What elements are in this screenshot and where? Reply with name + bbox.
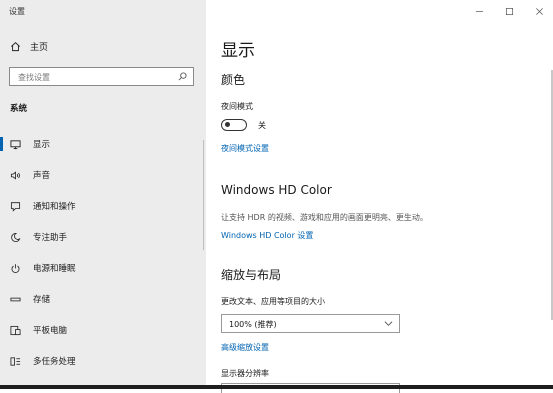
sidebar-item-label: 电源和睡眠 bbox=[33, 264, 76, 274]
sidebar-item-multitasking[interactable]: 多任务处理 bbox=[0, 350, 206, 372]
storage-icon bbox=[10, 297, 20, 301]
search-box[interactable]: 查找设置 bbox=[9, 67, 194, 86]
maximize-icon bbox=[505, 7, 513, 15]
hdr-description: 让支持 HDR 的视频、游戏和应用的画面更明亮、更生动。 bbox=[221, 213, 428, 222]
home-label: 主页 bbox=[30, 43, 49, 53]
text-size-label: 更改文本、应用等项目的大小 bbox=[221, 297, 325, 306]
main-content: 显示 颜色 夜间模式 关 夜间模式设置 Windows HD Color 让支持… bbox=[206, 0, 553, 393]
sidebar-item-notifications[interactable]: 通知和操作 bbox=[0, 195, 206, 217]
power-icon bbox=[11, 263, 19, 273]
close-button[interactable] bbox=[524, 4, 553, 18]
sidebar-item-sound[interactable]: 声音 bbox=[0, 164, 206, 186]
sidebar-item-display[interactable]: 显示 bbox=[0, 133, 206, 155]
scale-dropdown[interactable]: 100% (推荐) bbox=[221, 314, 400, 333]
window-controls bbox=[464, 4, 553, 18]
sidebar-item-label: 平板电脑 bbox=[33, 326, 68, 336]
search-placeholder: 查找设置 bbox=[18, 73, 50, 82]
home-nav-item[interactable]: 主页 bbox=[10, 40, 48, 53]
sidebar-item-label: 多任务处理 bbox=[33, 357, 76, 367]
sidebar-item-label: 存储 bbox=[33, 295, 51, 305]
moon-icon bbox=[10, 232, 20, 242]
notification-icon bbox=[10, 201, 20, 212]
section-title: 系统 bbox=[10, 104, 28, 114]
night-light-label: 夜间模式 bbox=[221, 102, 253, 111]
minimize-icon bbox=[475, 10, 483, 12]
maximize-button[interactable] bbox=[494, 4, 524, 18]
hdr-heading: Windows HD Color bbox=[221, 183, 332, 197]
tablet-icon bbox=[10, 325, 20, 335]
taskbar-edge bbox=[0, 385, 553, 389]
sidebar-item-storage[interactable]: 存储 bbox=[0, 288, 206, 310]
close-icon bbox=[535, 7, 543, 15]
multitask-icon bbox=[10, 356, 20, 366]
sidebar-item-label: 通知和操作 bbox=[33, 202, 76, 212]
sidebar-scrollbar[interactable] bbox=[203, 140, 204, 250]
home-icon bbox=[11, 42, 20, 52]
scale-dropdown-value: 100% (推荐) bbox=[229, 320, 277, 329]
sidebar: 设置 主页 查找设置 系统 显示 声音 通知和操作 专注助手 电源和睡眠 存储 … bbox=[0, 0, 206, 389]
minimize-button[interactable] bbox=[464, 4, 494, 18]
resolution-label: 显示器分辨率 bbox=[221, 369, 269, 378]
hdr-settings-link[interactable]: Windows HD Color 设置 bbox=[221, 230, 313, 241]
chevron-down-icon bbox=[384, 321, 393, 326]
search-icon[interactable] bbox=[178, 72, 187, 81]
night-light-settings-link[interactable]: 夜间模式设置 bbox=[221, 143, 269, 154]
sidebar-item-label: 显示 bbox=[33, 140, 51, 150]
advanced-scaling-link[interactable]: 高级缩放设置 bbox=[221, 342, 269, 353]
sidebar-item-focus-assist[interactable]: 专注助手 bbox=[0, 226, 206, 248]
speaker-icon bbox=[10, 170, 20, 180]
toggle-knob bbox=[225, 122, 230, 127]
color-heading: 颜色 bbox=[221, 73, 246, 87]
monitor-icon bbox=[9, 139, 21, 149]
page-title: 显示 bbox=[221, 41, 255, 61]
night-light-state: 关 bbox=[258, 121, 266, 130]
sidebar-item-label: 声音 bbox=[33, 171, 51, 181]
sidebar-item-power-sleep[interactable]: 电源和睡眠 bbox=[0, 257, 206, 279]
sidebar-item-tablet[interactable]: 平板电脑 bbox=[0, 319, 206, 341]
sidebar-item-label: 专注助手 bbox=[33, 233, 68, 243]
scale-heading: 缩放与布局 bbox=[221, 268, 282, 282]
night-light-toggle[interactable] bbox=[221, 119, 247, 131]
app-title: 设置 bbox=[9, 7, 25, 16]
